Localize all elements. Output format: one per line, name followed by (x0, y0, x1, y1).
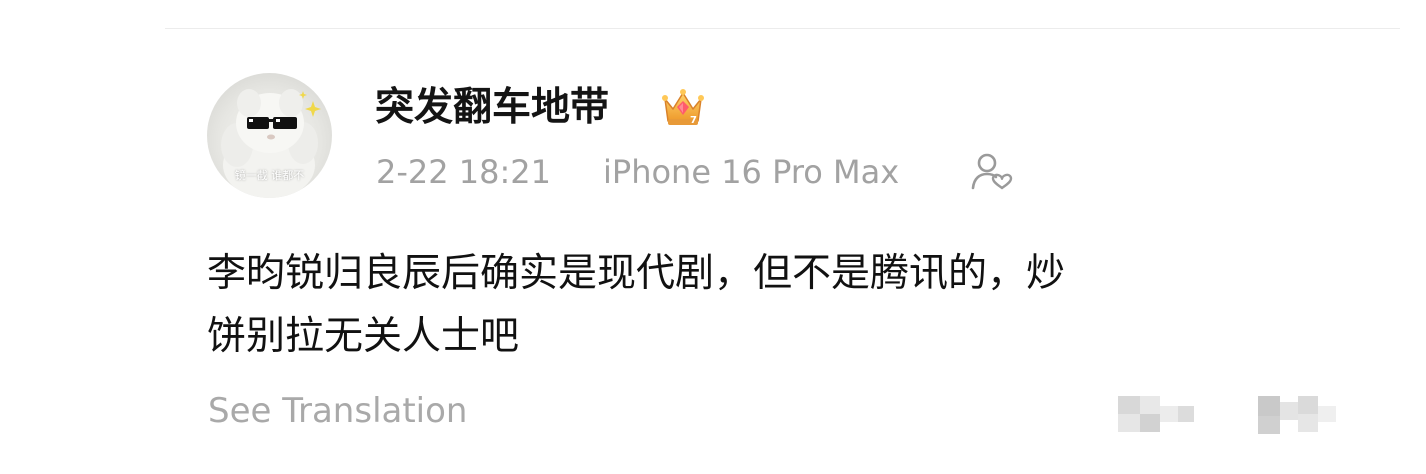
avatar-caption: 镜一截 谁都不 (234, 169, 305, 182)
comment-text-line-2: 饼别拉无关人士吧 (207, 314, 520, 359)
username[interactable]: 突发翻车地带 (375, 82, 609, 134)
crown-badge-icon[interactable]: 7 (661, 85, 705, 129)
avatar[interactable]: 镜一截 谁都不 (207, 73, 332, 198)
comment-text-line-1: 李昀锐归良辰后确实是现代剧，但不是腾讯的，炒 (207, 251, 1066, 296)
user-follow-icon[interactable] (970, 152, 1016, 192)
top-divider (165, 28, 1400, 29)
comment-text: 李昀锐归良辰后确实是现代剧，但不是腾讯的，炒 饼别拉无关人士吧 (207, 242, 1307, 368)
device-label: iPhone 16 Pro Max (603, 153, 900, 191)
timestamp: 2-22 18:21 (376, 153, 552, 191)
blurred-action-area (1118, 392, 1338, 438)
see-translation-link[interactable]: See Translation (208, 388, 467, 434)
svg-text:7: 7 (690, 115, 697, 126)
